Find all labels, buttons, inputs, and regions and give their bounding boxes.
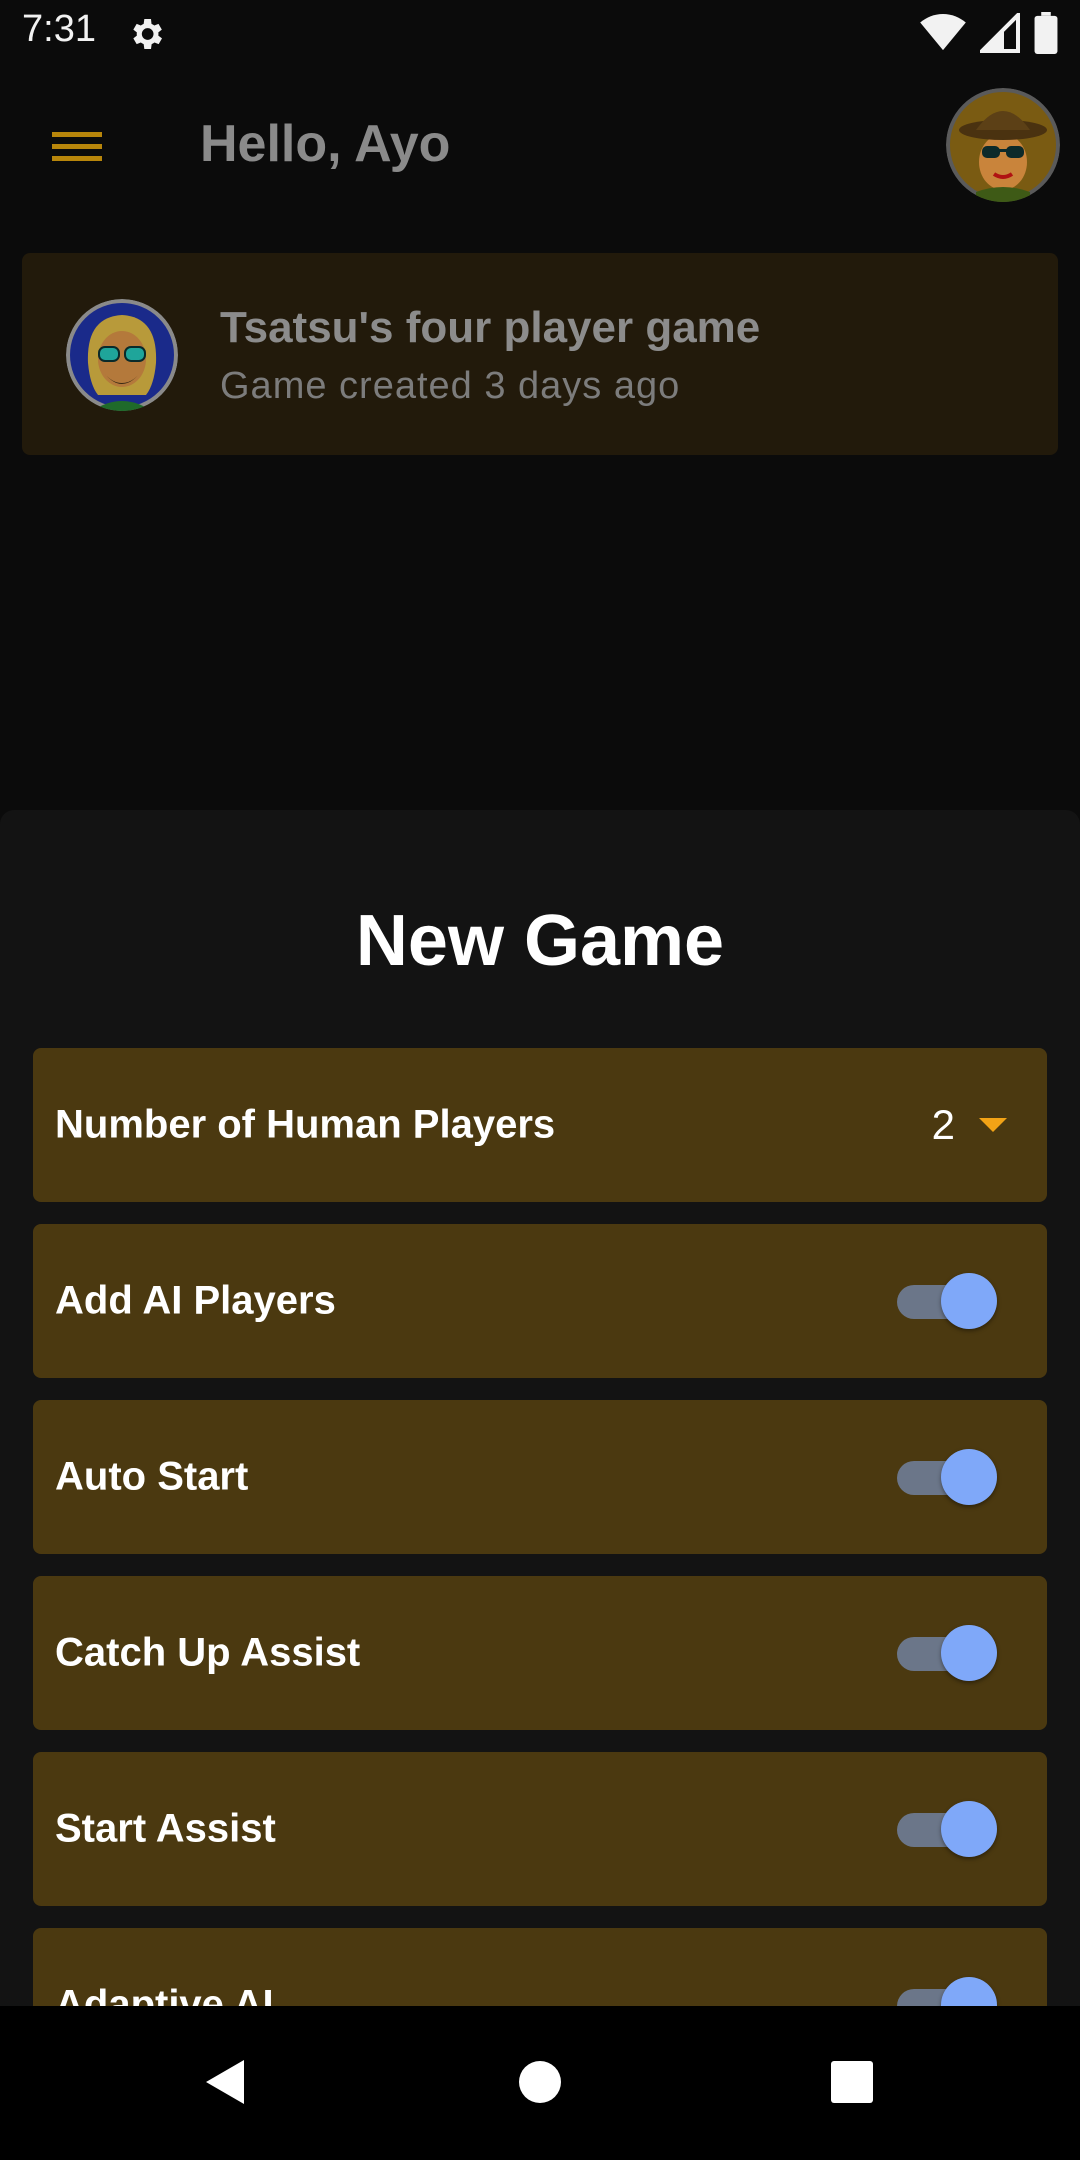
- greeting-title: Hello, Ayo: [200, 115, 451, 173]
- dropdown-value: 2: [931, 1101, 955, 1148]
- wifi-icon: [920, 14, 966, 51]
- battery-icon: [1034, 12, 1058, 54]
- add-ai-players-option[interactable]: Add AI Players: [33, 1224, 1047, 1378]
- option-label: Number of Human Players: [55, 1102, 556, 1147]
- auto-start-toggle[interactable]: [897, 1449, 997, 1505]
- home-icon[interactable]: [510, 2052, 570, 2112]
- toggle-thumb: [941, 1801, 997, 1857]
- catch-up-assist-option[interactable]: Catch Up Assist: [33, 1576, 1047, 1730]
- sheet-title: New Game: [355, 901, 725, 981]
- player-avatar: [66, 299, 178, 411]
- human-players-dropdown[interactable]: 2: [932, 1101, 1007, 1149]
- adaptive-ai-toggle[interactable]: [897, 1977, 997, 2006]
- signal-icon: [980, 13, 1020, 53]
- adaptive-ai-option[interactable]: Adaptive AI: [33, 1928, 1047, 2006]
- toggle-thumb: [941, 1625, 997, 1681]
- status-bar: 7:31: [0, 0, 1080, 66]
- option-label: Adaptive AI: [55, 1982, 274, 2007]
- option-label: Start Assist: [55, 1806, 276, 1851]
- toggle-thumb: [941, 1977, 997, 2006]
- game-card[interactable]: Tsatsu's four player game Game created 3…: [22, 253, 1058, 455]
- dropdown-arrow-icon: [979, 1118, 1007, 1132]
- add-ai-players-toggle[interactable]: [897, 1273, 997, 1329]
- gear-icon: [133, 19, 162, 49]
- start-assist-toggle[interactable]: [897, 1801, 997, 1857]
- game-title: Tsatsu's four player game: [220, 303, 761, 352]
- new-game-sheet: New Game Number of Human Players 2 Add A…: [0, 810, 1080, 2006]
- profile-avatar[interactable]: [946, 88, 1060, 202]
- toggle-thumb: [941, 1273, 997, 1329]
- option-label: Auto Start: [55, 1454, 249, 1499]
- option-label: Catch Up Assist: [55, 1630, 361, 1675]
- toggle-thumb: [941, 1449, 997, 1505]
- game-created-date: Game created 3 days ago: [220, 365, 681, 407]
- hamburger-menu-icon[interactable]: [36, 116, 116, 176]
- navigation-bar: [0, 2006, 1080, 2160]
- auto-start-option[interactable]: Auto Start: [33, 1400, 1047, 1554]
- option-label: Add AI Players: [55, 1278, 336, 1323]
- app-bar: Hello, Ayo: [0, 66, 1080, 226]
- status-time: 7:31: [22, 8, 96, 50]
- status-icons: [920, 12, 1058, 54]
- human-players-option[interactable]: Number of Human Players 2: [33, 1048, 1047, 1202]
- catch-up-assist-toggle[interactable]: [897, 1625, 997, 1681]
- recents-icon[interactable]: [822, 2052, 882, 2112]
- back-icon[interactable]: [196, 2052, 256, 2112]
- start-assist-option[interactable]: Start Assist: [33, 1752, 1047, 1906]
